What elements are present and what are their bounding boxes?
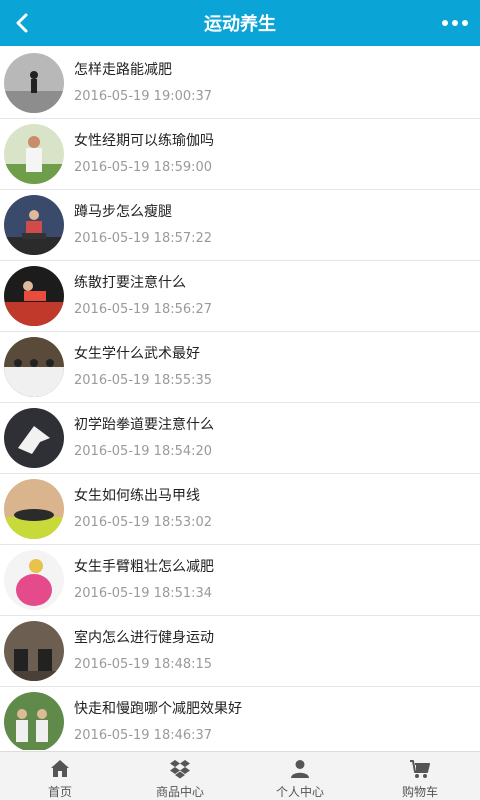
article-thumbnail: [4, 621, 64, 681]
article-title: 初学跆拳道要注意什么: [74, 417, 214, 433]
home-icon: [51, 760, 69, 777]
list-item[interactable]: 女性经期可以练瑜伽吗 2016-05-19 18:59:00: [0, 119, 480, 190]
article-thumbnail: [4, 53, 64, 113]
list-item[interactable]: 快走和慢跑哪个减肥效果好 2016-05-19 18:46:37: [0, 687, 480, 750]
article-date: 2016-05-19 18:46:37: [74, 728, 213, 743]
list-item[interactable]: 女生手臂粗壮怎么减肥 2016-05-19 18:51:34: [0, 545, 480, 616]
article-title: 女生如何练出马甲线: [74, 488, 200, 504]
article-thumbnail: [4, 124, 64, 184]
article-date: 2016-05-19 18:53:02: [74, 515, 213, 530]
article-date: 2016-05-19 18:51:34: [74, 586, 213, 601]
tab-home-label: 首页: [47, 785, 72, 799]
article-title: 怎样走路能减肥: [74, 62, 172, 78]
list-item[interactable]: 初学跆拳道要注意什么 2016-05-19 18:54:20: [0, 403, 480, 474]
article-thumbnail: [4, 337, 64, 397]
article-date: 2016-05-19 18:54:20: [74, 444, 213, 459]
list-item[interactable]: 女生学什么武术最好 2016-05-19 18:55:35: [0, 332, 480, 403]
list-item[interactable]: 蹲马步怎么瘦腿 2016-05-19 18:57:22: [0, 190, 480, 261]
tab-cart[interactable]: 购物车: [360, 752, 480, 800]
article-date: 2016-05-19 19:00:37: [74, 89, 213, 104]
article-title: 女生手臂粗壮怎么减肥: [74, 559, 214, 575]
article-date: 2016-05-19 18:57:22: [74, 231, 213, 246]
list-item[interactable]: 室内怎么进行健身运动 2016-05-19 18:48:15: [0, 616, 480, 687]
article-title: 练散打要注意什么: [74, 275, 186, 291]
list-item[interactable]: 练散打要注意什么 2016-05-19 18:56:27: [0, 261, 480, 332]
bottom-tab-bar: 首页 商品中心 个人中心 购物车: [0, 751, 480, 800]
article-thumbnail: [4, 266, 64, 326]
article-thumbnail: [4, 479, 64, 539]
chevron-left-icon[interactable]: [10, 10, 36, 36]
page-title: 运动养生: [204, 14, 276, 35]
article-date: 2016-05-19 18:59:00: [74, 160, 213, 175]
article-title: 女生学什么武术最好: [74, 346, 200, 362]
article-thumbnail: [4, 195, 64, 255]
article-thumbnail: [4, 550, 64, 610]
article-date: 2016-05-19 18:48:15: [74, 657, 213, 672]
tab-profile-label: 个人中心: [275, 785, 324, 799]
article-title: 蹲马步怎么瘦腿: [74, 204, 172, 220]
user-icon: [291, 760, 309, 778]
article-title: 女性经期可以练瑜伽吗: [74, 133, 214, 149]
article-date: 2016-05-19 18:56:27: [74, 302, 213, 317]
tab-products[interactable]: 商品中心: [120, 752, 240, 800]
article-date: 2016-05-19 18:55:35: [74, 373, 213, 388]
tab-products-label: 商品中心: [155, 785, 204, 799]
top-bar: 运动养生: [0, 0, 480, 46]
tab-profile[interactable]: 个人中心: [240, 752, 360, 800]
cart-icon: [410, 760, 430, 778]
dropbox-icon: [170, 760, 190, 779]
article-title: 室内怎么进行健身运动: [74, 630, 214, 646]
more-dots-icon[interactable]: [442, 20, 468, 26]
tab-cart-label: 购物车: [401, 785, 438, 799]
article-list: 怎样走路能减肥 2016-05-19 19:00:37 女性经期可以练瑜伽吗 2…: [0, 48, 480, 750]
article-title: 快走和慢跑哪个减肥效果好: [74, 701, 242, 717]
article-thumbnail: [4, 408, 64, 468]
tab-home[interactable]: 首页: [0, 752, 120, 800]
list-item[interactable]: 女生如何练出马甲线 2016-05-19 18:53:02: [0, 474, 480, 545]
list-item[interactable]: 怎样走路能减肥 2016-05-19 19:00:37: [0, 48, 480, 119]
article-thumbnail: [4, 692, 64, 750]
